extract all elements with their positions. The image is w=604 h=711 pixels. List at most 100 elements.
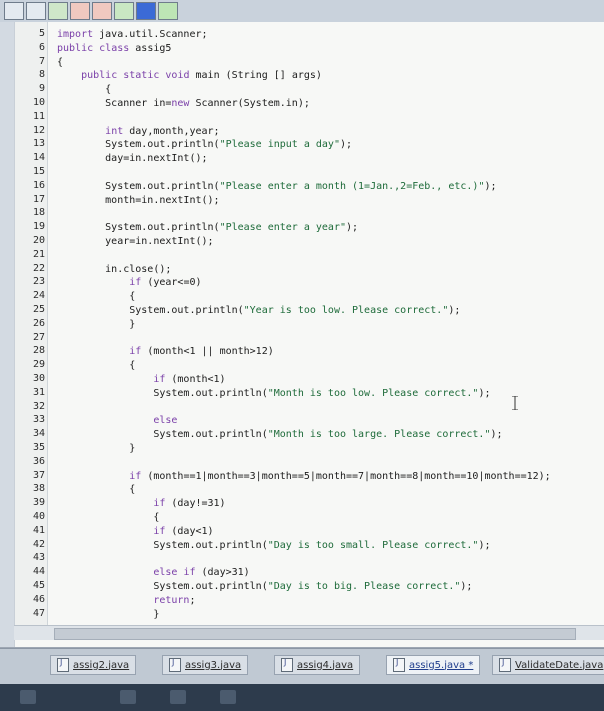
code-line[interactable]: day=in.nextInt(); [57,152,207,165]
file-tab-label: assig2.java [73,659,130,671]
line-number: 36 [32,455,45,467]
add-icon[interactable] [48,2,68,20]
code-line[interactable]: public static void main (String [] args) [57,69,322,82]
code-line[interactable]: { [57,359,135,372]
line-number: 38 [32,483,45,495]
code-area[interactable]: import java.util.Scanner; public class as… [57,22,597,632]
scrollbar-thumb[interactable] [54,628,576,640]
java-file-icon [393,658,405,672]
line-number: 35 [32,442,45,453]
code-line[interactable]: else if (day>31) [57,566,249,579]
line-number: 29 [32,359,45,371]
code-line[interactable]: System.out.println("Month is too large. … [57,428,502,441]
code-line[interactable]: } [57,318,135,331]
line-number: 6 [38,41,45,53]
line-number: 41 [32,524,45,536]
text-cursor-icon [512,396,518,410]
line-number: 27 [32,331,45,343]
code-line[interactable]: System.out.println("Please enter a year"… [57,221,358,234]
stop-icon[interactable] [136,2,156,20]
code-line[interactable]: if (month<1 || month>12) [57,345,274,358]
file-tab[interactable]: ValidateDate.java [492,655,604,675]
window-icon[interactable] [158,2,178,20]
java-file-icon [169,658,181,672]
line-number: 34 [32,428,45,440]
code-line[interactable]: if (month==1|month==3|month==5|month==7|… [57,470,550,483]
line-number: 16 [32,179,45,191]
code-line[interactable]: { [57,83,111,96]
code-line[interactable]: return; [57,594,195,607]
line-number: 21 [32,248,45,260]
line-number: 19 [32,221,45,233]
file-tab[interactable]: assig4.java [274,655,361,675]
java-file-icon [57,658,69,672]
file-tab[interactable]: assig3.java [162,655,249,675]
code-line[interactable]: int day,month,year; [57,125,219,138]
open-icon[interactable] [26,2,46,20]
line-number: 28 [32,345,45,357]
taskbar-app-icon[interactable] [170,690,186,704]
line-number: 47 [32,607,45,619]
code-line[interactable]: { [57,56,63,69]
line-number-gutter: 5 6 7 8 9 10 11 12 13 14 15 16 17 18 19 20 21 22 23 24 25 26 2… [15,22,48,632]
file-tab-label: ValidateDate.java [515,659,604,671]
file-tab[interactable]: assig5.java * [386,655,481,675]
line-number: 20 [32,235,45,246]
line-number: 31 [32,386,45,398]
line-number: 14 [32,152,45,164]
line-number: 40 [32,511,45,522]
code-line[interactable]: month=in.nextInt(); [57,194,219,207]
code-line[interactable]: import java.util.Scanner; [57,28,208,41]
line-number: 32 [32,400,45,412]
code-line[interactable]: if (day<1) [57,525,213,538]
code-line[interactable]: { [57,483,135,496]
code-line[interactable]: if (day!=31) [57,497,225,510]
code-line[interactable]: System.out.println("Please input a day")… [57,138,352,151]
horizontal-scrollbar[interactable] [14,625,604,640]
line-number: 17 [32,193,45,205]
code-line[interactable]: { [57,290,135,303]
code-line[interactable]: } [57,608,159,621]
taskbar-app-icon[interactable] [120,690,136,704]
file-tab[interactable]: assig2.java [50,655,137,675]
code-line[interactable]: else [57,414,177,427]
taskbar [0,684,604,711]
bug-icon[interactable] [70,2,90,20]
line-number: 8 [38,69,45,81]
code-line[interactable]: Scanner in=new Scanner(System.in); [57,97,310,110]
file-tab-bar: assig2.java assig3.java assig4.java assig5.… [0,648,604,685]
line-number: 39 [32,497,45,509]
code-line[interactable]: System.out.println("Please enter a month… [57,180,496,193]
code-line[interactable]: if (year<=0) [57,276,201,289]
run-icon[interactable] [114,2,134,20]
line-number: 30 [32,373,45,384]
code-line[interactable]: if (month<1) [57,373,225,386]
line-number: 13 [32,138,45,150]
line-number: 22 [32,262,45,274]
start-icon[interactable] [20,690,36,704]
line-number: 15 [32,166,45,177]
file-tab-label: assig5.java * [409,659,474,671]
code-line[interactable]: System.out.println("Month is too low. Pl… [57,387,490,400]
java-file-icon [281,658,293,672]
line-number: 44 [32,566,45,578]
line-number: 7 [38,55,45,67]
code-line[interactable]: in.close(); [57,263,171,276]
code-line[interactable]: } [57,442,135,455]
line-number: 26 [32,317,45,329]
taskbar-app-icon[interactable] [220,690,236,704]
line-number: 18 [32,207,45,219]
file-tab-label: assig3.java [185,659,242,671]
new-file-icon[interactable] [4,2,24,20]
code-line[interactable]: System.out.println("Day is too small. Pl… [57,539,490,552]
code-line[interactable]: System.out.println("Day is to big. Pleas… [57,580,472,593]
line-number: 37 [32,469,45,481]
code-line[interactable]: System.out.println("Year is too low. Ple… [57,304,460,317]
debug-icon[interactable] [92,2,112,20]
code-editor[interactable]: 5 6 7 8 9 10 11 12 13 14 15 16 17 18 19 20 21 22 23 24 25 26 2… [14,22,604,647]
code-line[interactable]: public class assig5 [57,42,171,55]
line-number: 24 [32,290,45,302]
code-line[interactable]: { [57,511,159,524]
code-line[interactable]: year=in.nextInt(); [57,235,213,248]
line-number: 25 [32,304,45,315]
